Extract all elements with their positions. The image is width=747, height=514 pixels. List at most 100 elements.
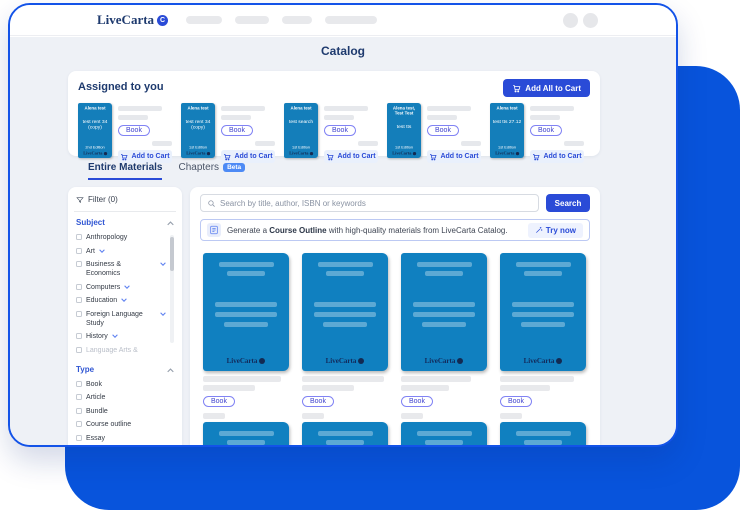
add-to-cart-button[interactable]: Add to Cart <box>427 150 481 163</box>
book-type-badge[interactable]: Book <box>203 396 235 407</box>
add-to-cart-label: Add to Cart <box>440 153 478 160</box>
title-placeholder <box>302 385 354 391</box>
checkbox[interactable] <box>76 347 82 353</box>
filter-option[interactable]: Education <box>76 296 166 305</box>
filter-option[interactable]: Business & Economics <box>76 260 166 278</box>
book-cover[interactable]: Alena test test rent 34 (copy) 1st Editi… <box>181 103 215 158</box>
book-type-badge[interactable]: Book <box>427 125 459 136</box>
cover-title-placeholder <box>516 262 571 267</box>
filter-option[interactable]: Book <box>76 380 174 389</box>
book-type-badge[interactable]: Book <box>530 125 562 136</box>
filter-option[interactable]: History <box>76 332 166 341</box>
checkbox[interactable] <box>76 394 82 400</box>
checkbox[interactable] <box>76 421 82 427</box>
cover-brand: LiveCarta <box>326 357 365 365</box>
cover-title: test rent 34 (copy) <box>80 118 111 129</box>
filter-header[interactable]: Filter (0) <box>76 195 174 204</box>
scrollbar-thumb[interactable] <box>170 237 174 271</box>
tab-entire-materials[interactable]: Entire Materials <box>88 162 162 180</box>
book-type-badge[interactable]: Book <box>324 125 356 136</box>
filter-option[interactable]: Art <box>76 247 166 256</box>
price-placeholder <box>358 141 378 146</box>
outline-document-icon <box>207 223 221 237</box>
try-now-button[interactable]: Try now <box>528 223 583 238</box>
book-cover[interactable]: Alena test test tts 27.12 1st Edition Li… <box>490 103 524 158</box>
search-button[interactable]: Search <box>546 194 590 212</box>
filter-option-label: Essay <box>86 434 105 443</box>
book-cover[interactable] <box>203 422 289 447</box>
book-type-badge[interactable]: Book <box>118 125 150 136</box>
filter-section-subject-label: Subject <box>76 218 105 227</box>
cover-brand: LiveCarta <box>186 151 210 156</box>
chevron-down-icon[interactable] <box>99 249 105 253</box>
book-cover[interactable] <box>500 422 586 447</box>
cover-brand: LiveCarta <box>392 151 416 156</box>
checkbox[interactable] <box>76 381 82 387</box>
filter-section-subject[interactable]: Subject <box>76 218 174 227</box>
chevron-down-icon[interactable] <box>160 312 166 316</box>
cover-text-placeholder <box>323 322 367 327</box>
book-cover[interactable]: LiveCarta <box>203 253 289 371</box>
checkbox[interactable] <box>76 408 82 414</box>
search-input[interactable] <box>220 199 532 208</box>
cover-text-placeholder <box>512 312 574 317</box>
assigned-card: Alena test test rent 34 (copy) 1st Editi… <box>181 103 275 163</box>
checkbox[interactable] <box>76 435 82 441</box>
chevron-up-icon[interactable] <box>167 368 174 373</box>
book-type-badge[interactable]: Book <box>302 396 334 407</box>
cart-icon <box>120 153 128 161</box>
chevron-down-icon[interactable] <box>124 285 130 289</box>
price-placeholder <box>500 413 522 419</box>
book-cover[interactable]: LiveCarta <box>401 253 487 371</box>
book-cover[interactable]: LiveCarta <box>302 253 388 371</box>
book-type-badge[interactable]: Book <box>401 396 433 407</box>
add-to-cart-button[interactable]: Add to Cart <box>530 150 584 163</box>
book-cover[interactable] <box>302 422 388 447</box>
filter-option[interactable]: Article <box>76 393 174 402</box>
checkbox[interactable] <box>76 234 82 240</box>
subject-scrollbar[interactable] <box>170 235 174 343</box>
filter-option[interactable]: Foreign Language Study <box>76 310 166 328</box>
filter-option[interactable]: Essay <box>76 434 174 443</box>
checkbox[interactable] <box>76 248 82 254</box>
logo: LiveCarta C <box>97 12 168 28</box>
catalog-item: LiveCarta Book <box>500 253 586 447</box>
text-placeholder <box>221 115 251 120</box>
brand-dot-icon <box>259 358 265 364</box>
assigned-card: Alena test test tts 27.12 1st Edition Li… <box>490 103 584 163</box>
tab-chapters[interactable]: Chapters Beta <box>178 162 245 178</box>
chevron-down-icon[interactable] <box>121 298 127 302</box>
checkbox[interactable] <box>76 297 82 303</box>
checkbox[interactable] <box>76 311 82 317</box>
filter-option-label: Anthropology <box>86 233 127 242</box>
chevron-down-icon[interactable] <box>112 334 118 338</box>
title-placeholder <box>302 376 384 382</box>
book-type-badge[interactable]: Book <box>500 396 532 407</box>
checkbox[interactable] <box>76 284 82 290</box>
cover-text-placeholder <box>521 322 565 327</box>
filter-funnel-icon <box>76 196 84 204</box>
add-all-to-cart-button[interactable]: Add All to Cart <box>503 79 590 97</box>
checkbox[interactable] <box>76 333 82 339</box>
filter-option[interactable]: Bundle <box>76 407 174 416</box>
cover-text-placeholder <box>215 312 277 317</box>
filter-option-label: Book <box>86 380 102 389</box>
filter-option[interactable]: Anthropology <box>76 233 166 242</box>
filter-option[interactable]: Computers <box>76 283 166 292</box>
filter-section-type[interactable]: Type <box>76 365 174 374</box>
cover-title: test tts 27.12 <box>493 118 521 124</box>
chevron-up-icon[interactable] <box>167 221 174 226</box>
filter-option[interactable]: Course outline <box>76 420 174 429</box>
book-cover[interactable]: LiveCarta <box>500 253 586 371</box>
book-cover[interactable]: Alena test test rent 34 (copy) 2nd Editi… <box>78 103 112 158</box>
checkbox[interactable] <box>76 261 82 267</box>
book-type-badge[interactable]: Book <box>221 125 253 136</box>
filter-option[interactable]: Language Arts & <box>76 346 166 355</box>
book-cover[interactable]: Alena test test search 1st Edition LiveC… <box>284 103 318 158</box>
add-to-cart-button[interactable]: Add to Cart <box>324 150 378 163</box>
book-cover[interactable]: Alena test, Test Test test tts 1st Editi… <box>387 103 421 158</box>
nav-placeholder <box>235 16 269 24</box>
filter-sidebar: Filter (0) Subject Anthropology Art Busi… <box>68 187 182 447</box>
chevron-down-icon[interactable] <box>160 262 166 266</box>
book-cover[interactable] <box>401 422 487 447</box>
